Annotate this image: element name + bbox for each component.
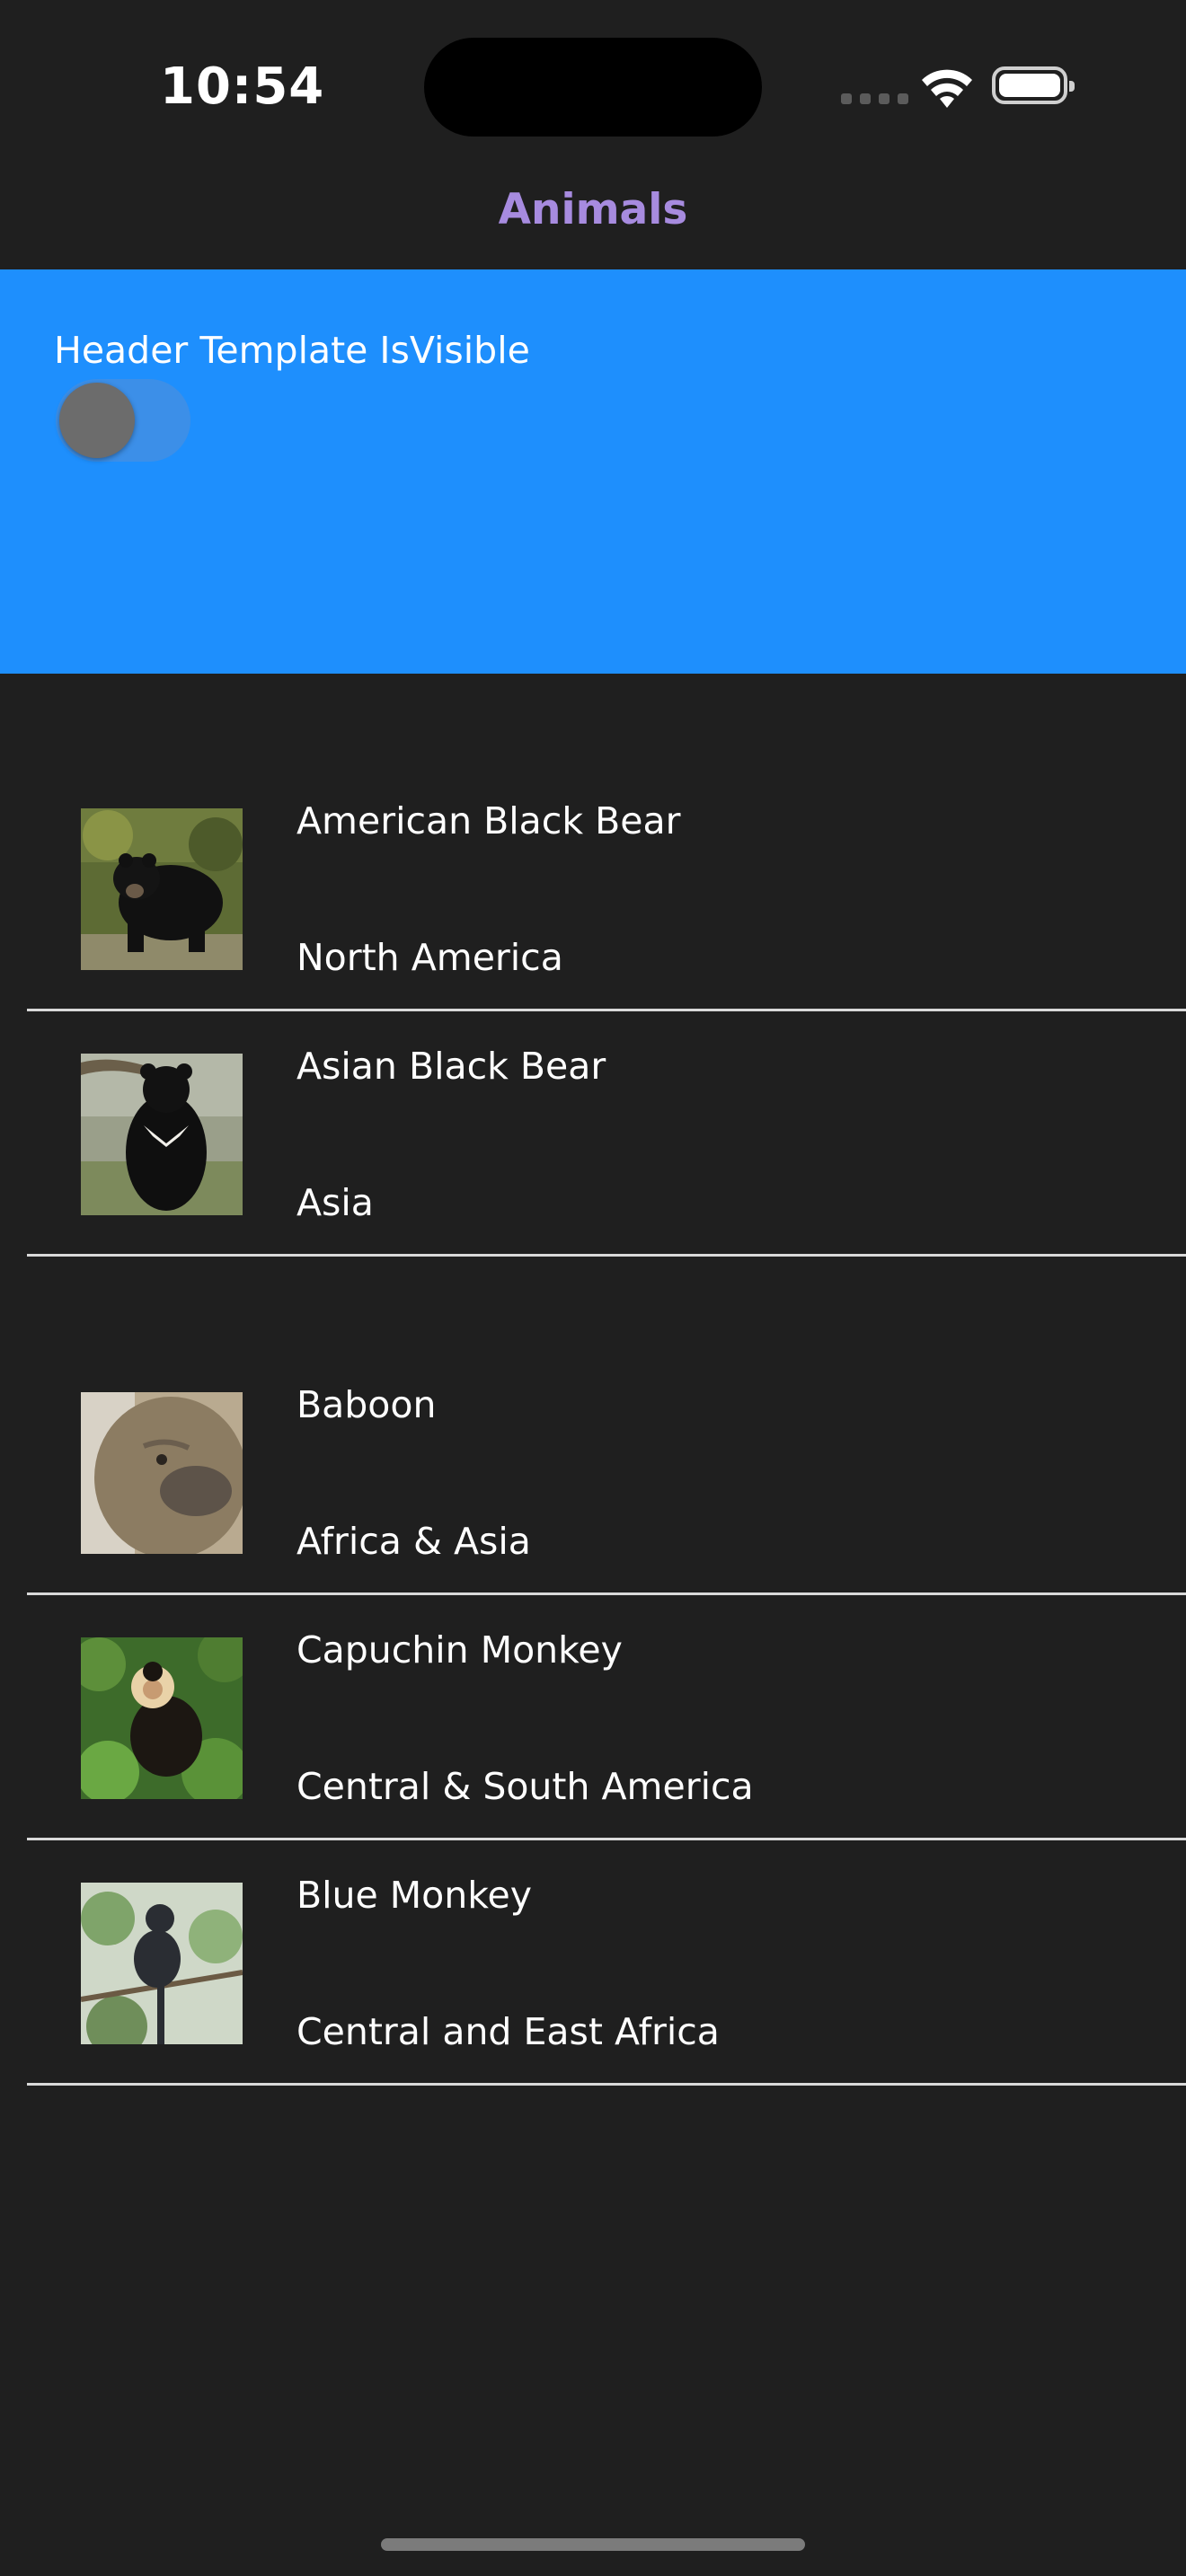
animal-location: North America [296, 936, 563, 979]
wifi-icon [922, 69, 972, 108]
list-item[interactable]: American Black Bear North America [0, 765, 1186, 1010]
nav-title: Animals [498, 185, 688, 234]
header-visibility-toggle[interactable] [56, 379, 190, 462]
divider [27, 1254, 1186, 1257]
animal-name: Blue Monkey [296, 1874, 532, 1917]
asian-black-bear-image [81, 1054, 243, 1215]
dynamic-island [424, 38, 762, 137]
list-item[interactable]: Capuchin Monkey Central & South America [0, 1594, 1186, 1839]
toggle-knob [59, 383, 135, 458]
animal-location: Central and East Africa [296, 2010, 720, 2053]
divider [27, 2083, 1186, 2086]
status-time: 10:54 [160, 57, 325, 116]
american-black-bear-image [81, 808, 243, 970]
baboon-image [81, 1392, 243, 1554]
animal-location: Asia [296, 1181, 374, 1224]
blue-monkey-image [81, 1883, 243, 2044]
animal-name: Asian Black Bear [296, 1045, 606, 1088]
battery-icon [992, 66, 1075, 104]
list-item[interactable]: Blue Monkey Central and East Africa [0, 1839, 1186, 2084]
home-indicator[interactable] [381, 2538, 805, 2551]
animal-name: Baboon [296, 1383, 437, 1426]
list-item[interactable]: Asian Black Bear Asia [0, 1010, 1186, 1255]
animal-location: Central & South America [296, 1765, 754, 1808]
capuchin-monkey-image [81, 1637, 243, 1799]
animal-location: Africa & Asia [296, 1520, 531, 1563]
animal-name: American Black Bear [296, 799, 681, 842]
cellular-signal-icon [841, 93, 908, 104]
header-visibility-label: Header Template IsVisible [54, 329, 530, 372]
list-item[interactable]: Baboon Africa & Asia [0, 1349, 1186, 1593]
header-template: Header Template IsVisible [0, 269, 1186, 674]
animal-name: Capuchin Monkey [296, 1628, 623, 1672]
